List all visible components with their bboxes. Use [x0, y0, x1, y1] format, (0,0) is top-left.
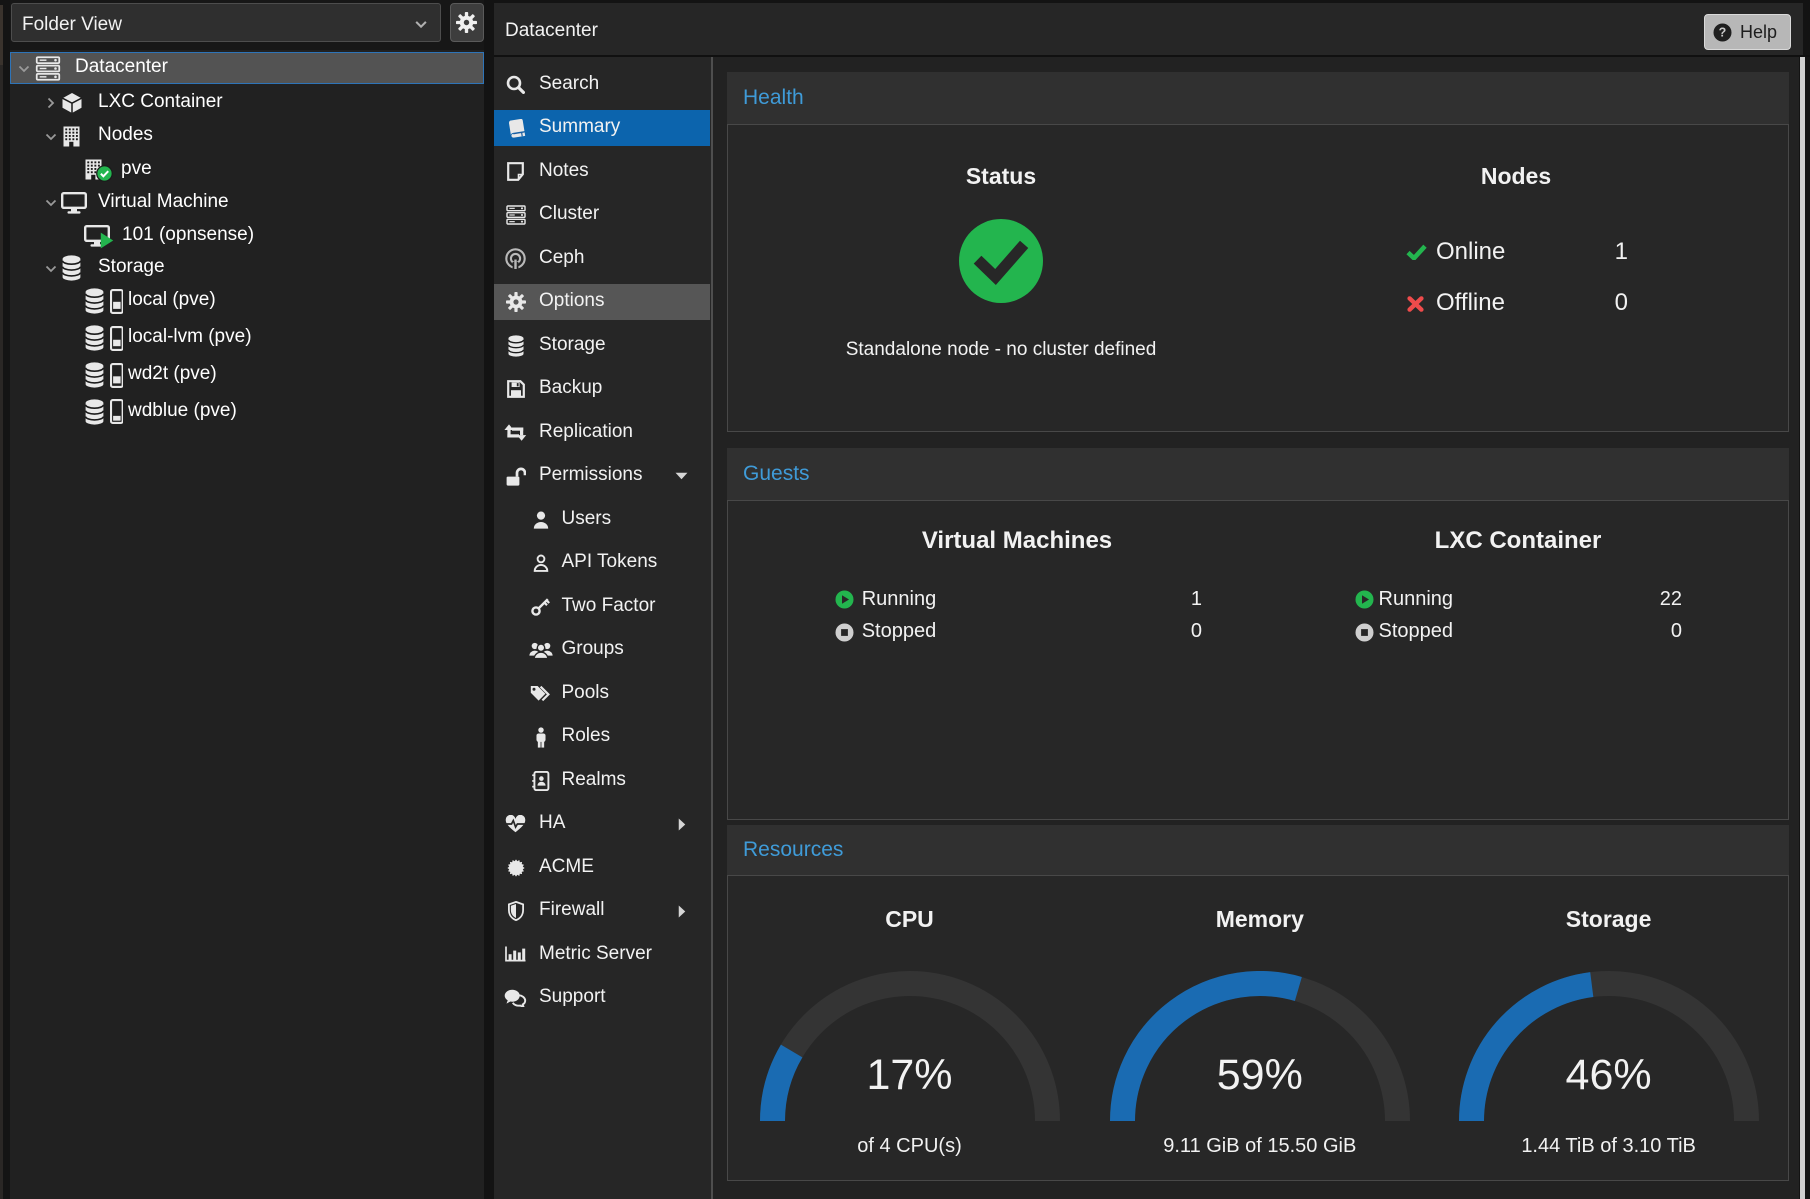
svg-text:?: ?: [1719, 26, 1727, 40]
